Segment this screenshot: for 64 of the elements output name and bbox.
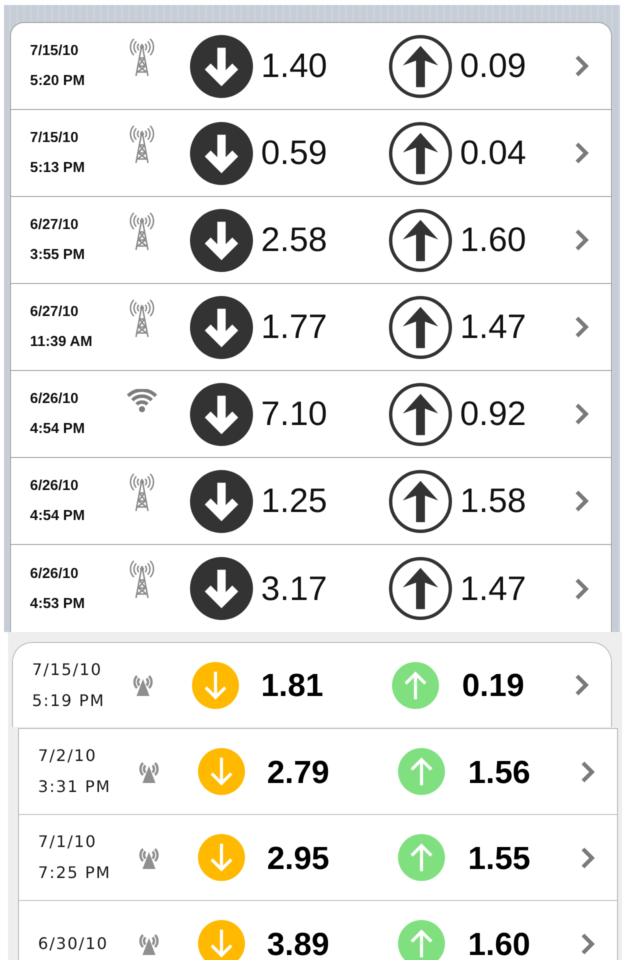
chevron-icon [575, 578, 589, 600]
date-text: 7/15/10 [30, 129, 80, 147]
upload-speed: 1.60 [468, 928, 532, 960]
time-text: 3:31 PM [38, 777, 112, 797]
time-text: 4:53 PM [30, 594, 86, 612]
download-speed: 1.40 [261, 49, 328, 83]
time-text: 4:54 PM [30, 420, 86, 438]
download-speed: 1.81 [261, 669, 324, 701]
chevron-icon [575, 403, 589, 425]
upload-speed: 1.55 [468, 842, 532, 874]
date-text: 6/30/10 [38, 934, 110, 954]
upload-speed: 1.47 [460, 310, 528, 344]
date-text: 6/26/10 [30, 564, 80, 582]
chevron-icon [581, 846, 595, 868]
download-speed: 0.59 [261, 136, 328, 170]
download-speed: 1.77 [261, 310, 328, 344]
chevron-icon [575, 229, 589, 251]
cell-tower-icon [128, 298, 156, 338]
download-speed: 2.95 [267, 842, 330, 874]
cell-tower-icon [128, 472, 156, 512]
result-row[interactable]: 7/15/10 5:20 PM 1.40 0.09 [11, 23, 611, 110]
download-speed: 7.10 [261, 397, 328, 431]
date-text: 6/27/10 [30, 216, 80, 234]
chevron-icon [575, 490, 589, 512]
date-text: 7/15/10 [32, 660, 104, 680]
upload-speed: 1.56 [468, 756, 532, 788]
date-text: 6/27/10 [30, 303, 80, 321]
cell-tower-icon [128, 124, 156, 164]
download-speed: 2.58 [261, 223, 328, 257]
chevron-icon [581, 760, 595, 782]
chevron-icon [581, 932, 595, 954]
wifi-icon [125, 389, 159, 413]
upload-speed: 0.92 [460, 397, 528, 431]
date-text: 6/26/10 [30, 477, 80, 495]
upload-speed: 0.09 [460, 49, 528, 83]
cell-tower-icon [128, 211, 156, 251]
cell-tower-icon [128, 559, 156, 599]
download-arrow-icon [198, 920, 245, 960]
upload-speed: 1.60 [460, 223, 528, 257]
time-text: 5:20 PM [30, 72, 86, 90]
download-speed: 2.79 [267, 756, 330, 788]
time-text: 7:25 PM [38, 863, 112, 883]
time-text: 3:55 PM [30, 246, 86, 264]
chevron-icon [575, 674, 589, 696]
download-speed: 1.25 [261, 484, 328, 518]
time-text: 5:19 PM [32, 690, 106, 710]
date-text: 6/26/10 [30, 390, 80, 408]
upload-speed: 1.47 [460, 572, 528, 606]
upload-speed: 0.04 [460, 136, 528, 170]
date-text: 7/15/10 [30, 42, 80, 60]
upload-speed: 0.19 [462, 669, 526, 701]
download-speed: 3.17 [261, 572, 328, 606]
time-text: 11:39 AM [30, 333, 94, 351]
cell-tower-icon [128, 37, 156, 77]
time-text: 5:13 PM [30, 159, 86, 177]
time-text: 4:54 PM [30, 507, 86, 525]
upload-speed: 1.58 [460, 484, 528, 518]
chevron-icon [575, 142, 589, 164]
date-text: 7/2/10 [38, 746, 98, 766]
upload-arrow-icon [398, 920, 445, 960]
date-text: 7/1/10 [38, 832, 98, 852]
chevron-icon [575, 316, 589, 338]
download-speed: 3.89 [267, 928, 330, 960]
chevron-icon [575, 55, 589, 77]
